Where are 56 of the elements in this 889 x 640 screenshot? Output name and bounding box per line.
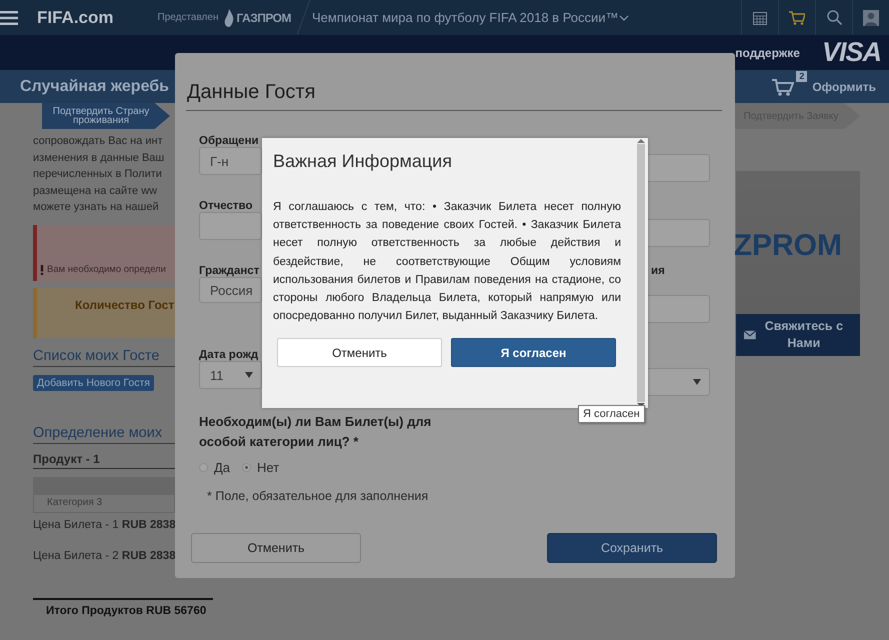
input-field[interactable]	[199, 212, 262, 240]
cart-icon[interactable]	[789, 10, 805, 24]
field-label: Отчество	[199, 200, 252, 212]
radio-button[interactable]	[199, 463, 208, 472]
partner-logo: VISA	[822, 37, 881, 68]
contact-button[interactable]: Свяжитесь с Нами	[736, 314, 860, 356]
add-guest-button[interactable]: Добавить Нового Гостя	[33, 374, 154, 391]
site-logo[interactable]: FIFA.com	[37, 8, 114, 28]
notice-text: Количество Гост	[75, 298, 174, 312]
agree-button[interactable]: Я согласен	[451, 338, 616, 368]
select-field[interactable]: 11	[199, 361, 262, 389]
checkout-link[interactable]: Оформить	[812, 80, 876, 94]
field-label: ия	[651, 265, 665, 277]
input-field[interactable]: Г-н	[199, 147, 262, 175]
save-button[interactable]: Сохранить	[547, 533, 717, 563]
sponsor-caption: Представлен	[158, 12, 218, 23]
mail-icon	[744, 330, 756, 340]
field-label: Дата рожд	[199, 349, 258, 361]
search-icon[interactable]	[826, 10, 842, 25]
page-title: Случайная жеребь	[20, 78, 169, 96]
radio-label: Нет	[257, 460, 280, 475]
avatar-icon[interactable]	[863, 10, 879, 26]
warning-icon	[40, 264, 44, 275]
intro-paragraph: сопровождать Вас на инт изменения в данные Ваш перечисленных в Полити размещена на сайте ww можете узнать на нашей	[33, 134, 166, 216]
dropdown-arrow-icon	[693, 379, 701, 385]
cancel-button[interactable]: Отменить	[191, 533, 361, 563]
question-label: Необходим(ы) ли Вам Билет(ы) для особой категории лиц? *	[199, 413, 432, 451]
step-tab[interactable]: Подтвердить Страну проживания	[42, 103, 170, 129]
flame-icon	[223, 8, 236, 28]
table-cell: Категория 3	[33, 494, 175, 513]
tournament-title[interactable]: Чемпионат мира по футболу FIFA 2018 в России™	[312, 10, 619, 25]
sponsor-logo: ГАЗПРОМ	[236, 10, 292, 24]
dialog-title: Важная Информация	[273, 151, 453, 172]
dialog-title: Данные Гостя	[186, 53, 722, 111]
dropdown-arrow-icon	[245, 372, 253, 378]
radio-label: Да	[214, 460, 230, 475]
banner-logo: ZPROM	[734, 229, 842, 263]
required-note: * Поле, обязательное для заполнения	[207, 489, 430, 503]
agreement-text: Я соглашаюсь с тем, что: • Заказчик Билета несет полную ответственность за поведение своих Гостей. • Заказчик Билета несет полную ответственность за любые действия и бездействие, не соответствующие Общим условиям использования билетов и Правилам поведения на стадионе, со стороны любого Владельца Билета, который напрямую или опосредованно получил Билет, выданный Заказчику Билета.	[273, 200, 621, 324]
input-field[interactable]: Россия	[199, 277, 262, 303]
ticket-price: Цена Билета - 1 RUB 2838	[33, 518, 175, 531]
ticket-price: Цена Билета - 2 RUB 2838	[33, 550, 175, 562]
alert-text: Вам необходимо определи	[47, 264, 166, 275]
support-link[interactable]: поддержке	[735, 46, 800, 60]
cancel-button[interactable]: Отменить	[277, 338, 442, 368]
cart-count-badge: 2	[796, 70, 808, 82]
cart-icon[interactable]	[772, 78, 794, 96]
radio-button[interactable]	[242, 463, 252, 472]
field-label: Гражданст	[199, 265, 260, 277]
tooltip: Я согласен	[578, 405, 645, 423]
calendar-icon[interactable]	[753, 10, 767, 24]
scrollbar-thumb[interactable]	[637, 144, 645, 402]
field-label: Обращени	[199, 135, 259, 147]
order-total: Итого Продуктов RUB 56760	[33, 598, 213, 617]
menu-icon[interactable]	[0, 10, 18, 24]
caret-icon[interactable]	[618, 14, 629, 20]
